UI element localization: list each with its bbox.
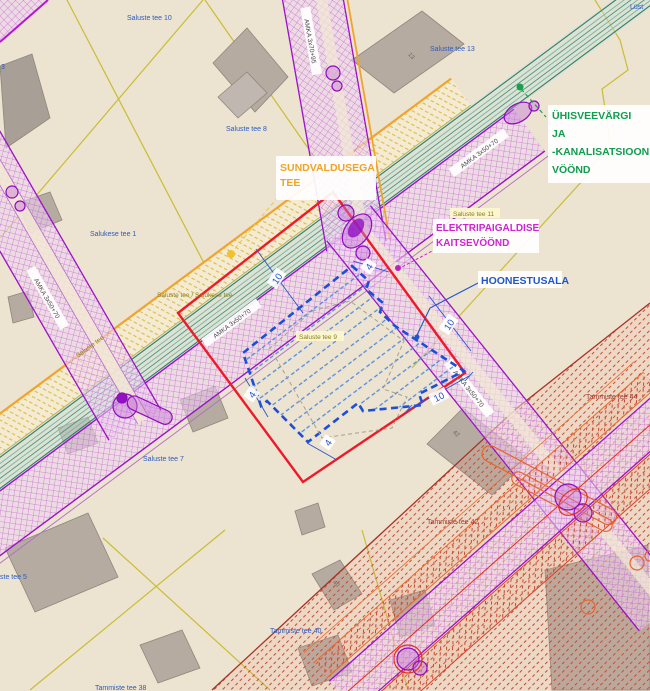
detail-plan-map[interactable]: AMKA 3x50+70 AMKA 3x50+70 AMKA 3x50+70 A… bbox=[0, 0, 650, 691]
svg-text:JA: JA bbox=[552, 128, 566, 140]
parcel-label: Saluste tee 13 bbox=[430, 46, 475, 53]
svg-text:HOONESTUSALA: HOONESTUSALA bbox=[481, 275, 570, 287]
svg-text:Saluste tee 9: Saluste tee 9 bbox=[299, 334, 337, 341]
parcel-label: Tammiste tee 44 bbox=[586, 394, 637, 401]
parcel-label: Saluste tee 8 bbox=[226, 126, 267, 133]
parcel-label: Tammiste tee 38 bbox=[95, 685, 146, 691]
parcel-label: Tammiste tee 40 bbox=[270, 628, 321, 635]
parcel-label: Lüst bbox=[630, 4, 643, 11]
zone-label-elekter: ELEKTRIPAIGALDISE KAITSEVÖÖND bbox=[433, 219, 539, 253]
parcel-label-highlighted: Saluste tee 11 bbox=[450, 208, 500, 218]
svg-text:Saluste tee 11: Saluste tee 11 bbox=[453, 211, 494, 218]
plan-map-viewport[interactable]: AMKA 3x50+70 AMKA 3x50+70 AMKA 3x50+70 A… bbox=[0, 0, 650, 691]
parcel-label-highlighted: Saluste tee 9 bbox=[296, 331, 344, 341]
svg-text:TEE: TEE bbox=[280, 177, 300, 189]
svg-text:SUNDVALDUSEGA: SUNDVALDUSEGA bbox=[280, 162, 375, 174]
zone-label-hoonestusala: HOONESTUSALA bbox=[478, 271, 570, 288]
svg-text:VÖÖND: VÖÖND bbox=[552, 163, 591, 176]
svg-text:-KANALISATSIOONI: -KANALISATSIOONI bbox=[552, 146, 650, 158]
road-name-label: Saluste tee / Salukese tee bbox=[157, 292, 233, 299]
svg-text:ÜHISVEEVÄRGI: ÜHISVEEVÄRGI bbox=[552, 109, 631, 122]
parcel-label: Saluste tee 7 bbox=[143, 456, 184, 463]
parcel-label: Tammiste tee 42 bbox=[427, 519, 478, 526]
parcel-label: Saluste tee 10 bbox=[127, 15, 172, 22]
parcel-label: 3 bbox=[1, 64, 5, 71]
zone-label-veevark: ÜHISVEEVÄRGI JA -KANALISATSIOONI VÖÖND bbox=[548, 105, 650, 183]
water-zone-dot bbox=[517, 84, 524, 91]
sundvaldus-vertex-dot bbox=[227, 250, 235, 258]
parcel-label: Salukese tee 1 bbox=[90, 231, 136, 238]
parcel-label: Saluste tee 5 bbox=[0, 574, 27, 581]
hoonestusala-dot bbox=[415, 335, 420, 340]
svg-text:KAITSEVÖÖND: KAITSEVÖÖND bbox=[436, 236, 509, 249]
svg-text:ELEKTRIPAIGALDISE: ELEKTRIPAIGALDISE bbox=[436, 223, 539, 234]
zone-label-sundvaldusega-tee: SUNDVALDUSEGA TEE bbox=[276, 156, 376, 200]
